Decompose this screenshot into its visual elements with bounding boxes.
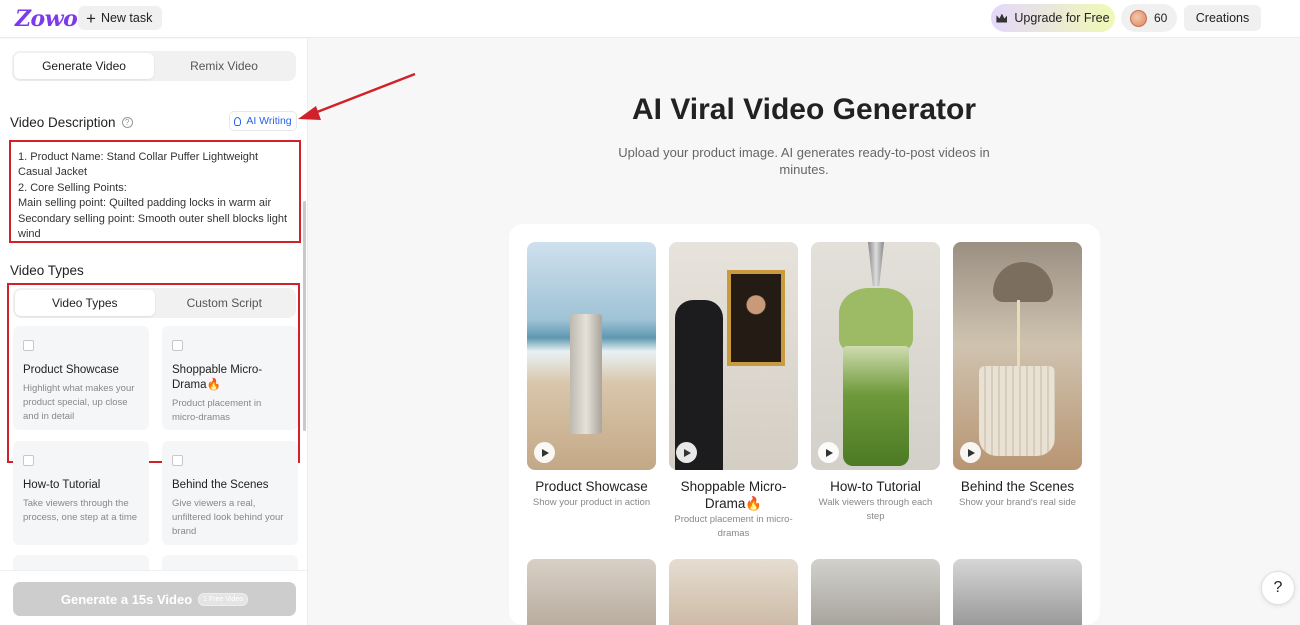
generate-label: Generate a 15s Video bbox=[60, 591, 193, 607]
video-description-heading: Video Description ? bbox=[10, 115, 133, 130]
gallery-tile-product-showcase[interactable]: Product Showcase Show your product in ac… bbox=[527, 242, 656, 510]
plus-icon: + bbox=[86, 8, 96, 28]
video-description-textarea[interactable]: 1. Product Name: Stand Collar Puffer Lig… bbox=[9, 140, 301, 243]
credits-count: 60 bbox=[1154, 11, 1168, 25]
card-title: Product Showcase bbox=[23, 364, 119, 376]
tile-description: Show your brand's real side bbox=[959, 497, 1076, 508]
video-gallery: Product Showcase Show your product in ac… bbox=[509, 224, 1100, 625]
free-video-badge: 1 Free Video bbox=[198, 592, 249, 606]
video-thumbnail[interactable] bbox=[953, 242, 1082, 470]
left-panel: Generate Video Remix Video Video Descrip… bbox=[0, 39, 308, 625]
lightbulb-icon bbox=[234, 116, 242, 126]
help-button[interactable]: ? bbox=[1261, 571, 1295, 605]
video-types-heading: Video Types bbox=[10, 263, 84, 278]
card-description: Product placement in micro-dramas bbox=[172, 398, 262, 423]
play-icon[interactable] bbox=[676, 442, 697, 463]
tab-generate-video[interactable]: Generate Video bbox=[14, 53, 154, 79]
play-icon[interactable] bbox=[818, 442, 839, 463]
tile-title: Shoppable Micro-Drama🔥 bbox=[680, 479, 787, 511]
checkbox[interactable] bbox=[23, 340, 34, 351]
checkbox[interactable] bbox=[172, 455, 183, 466]
checkbox[interactable] bbox=[23, 455, 34, 466]
video-thumbnail[interactable] bbox=[527, 559, 656, 625]
card-description: Take viewers through the process, one st… bbox=[23, 498, 138, 523]
card-title: Shoppable Micro-Drama🔥 bbox=[172, 364, 263, 391]
new-task-button[interactable]: + New task bbox=[78, 6, 163, 30]
video-description-label: Video Description bbox=[10, 115, 116, 130]
tab-custom-script[interactable]: Custom Script bbox=[155, 290, 295, 316]
gallery-tile-micro-drama[interactable]: Shoppable Micro-Drama🔥 Product placement… bbox=[669, 242, 798, 541]
video-type-tabs: Video Types Custom Script bbox=[13, 288, 296, 318]
credits-badge[interactable]: 60 bbox=[1121, 4, 1177, 32]
new-task-label: New task bbox=[100, 11, 153, 25]
generate-footer: Generate a 15s Video 1 Free Video bbox=[0, 570, 307, 625]
video-type-card-micro-drama[interactable]: Shoppable Micro-Drama🔥 Product placement… bbox=[162, 326, 298, 430]
ai-writing-button[interactable]: AI Writing bbox=[229, 111, 297, 131]
framed-painting-image bbox=[727, 270, 785, 366]
video-thumbnail[interactable] bbox=[953, 559, 1082, 625]
play-icon[interactable] bbox=[960, 442, 981, 463]
checkbox[interactable] bbox=[172, 340, 183, 351]
video-thumbnail[interactable] bbox=[811, 242, 940, 470]
annotation-arrow bbox=[298, 72, 416, 120]
tile-title: Behind the Scenes bbox=[960, 479, 1075, 494]
help-circle-icon[interactable]: ? bbox=[121, 117, 133, 128]
whipped-cream-image bbox=[839, 288, 913, 352]
mode-tabs: Generate Video Remix Video bbox=[12, 51, 296, 81]
tab-video-types[interactable]: Video Types bbox=[15, 290, 155, 316]
video-type-card-how-to-tutorial[interactable]: How-to Tutorial Take viewers through the… bbox=[13, 441, 149, 545]
kettle-image bbox=[993, 262, 1053, 302]
tile-description: Show your product in action bbox=[532, 497, 651, 508]
top-bar: Zowo + New task Upgrade for Free 60 Crea… bbox=[0, 0, 1300, 38]
scrollbar[interactable] bbox=[303, 201, 306, 431]
video-type-card-product-showcase[interactable]: Product Showcase Highlight what makes yo… bbox=[13, 326, 149, 430]
card-description: Highlight what makes your product specia… bbox=[23, 383, 135, 422]
gallery-tile-how-to-tutorial[interactable]: How-to Tutorial Walk viewers through eac… bbox=[811, 242, 940, 524]
generate-video-button[interactable]: Generate a 15s Video 1 Free Video bbox=[13, 582, 296, 616]
matcha-glass-image bbox=[843, 346, 909, 466]
play-icon[interactable] bbox=[534, 442, 555, 463]
card-title: How-to Tutorial bbox=[23, 479, 101, 491]
video-thumbnail[interactable] bbox=[811, 559, 940, 625]
video-thumbnail[interactable] bbox=[527, 242, 656, 470]
piping-nozzle-image bbox=[868, 242, 884, 286]
coin-icon bbox=[1130, 9, 1147, 27]
upgrade-label: Upgrade for Free bbox=[1014, 11, 1110, 25]
page-subtitle: Upload your product image. AI generates … bbox=[618, 145, 990, 177]
video-thumbnail[interactable] bbox=[669, 242, 798, 470]
crown-icon bbox=[996, 13, 1008, 23]
upgrade-button[interactable]: Upgrade for Free bbox=[991, 4, 1115, 32]
creations-button[interactable]: Creations bbox=[1184, 5, 1261, 31]
product-bottle-image bbox=[570, 314, 602, 434]
tile-title: Product Showcase bbox=[535, 479, 648, 494]
tab-remix-video[interactable]: Remix Video bbox=[154, 53, 294, 79]
tile-title: How-to Tutorial bbox=[830, 479, 921, 494]
tile-description: Walk viewers through each step bbox=[818, 497, 933, 522]
tile-description: Product placement in micro-dramas bbox=[674, 514, 793, 539]
logo[interactable]: Zowo bbox=[15, 6, 78, 32]
video-type-card-behind-the-scenes[interactable]: Behind the Scenes Give viewers a real, u… bbox=[162, 441, 298, 545]
card-description: Give viewers a real, unfiltered look beh… bbox=[172, 498, 284, 537]
video-thumbnail[interactable] bbox=[669, 559, 798, 625]
page-title: AI Viral Video Generator bbox=[631, 93, 977, 126]
ai-writing-label: AI Writing bbox=[246, 115, 292, 127]
ceramic-cup-image bbox=[979, 366, 1055, 456]
card-title: Behind the Scenes bbox=[172, 479, 269, 491]
gallery-tile-behind-the-scenes[interactable]: Behind the Scenes Show your brand's real… bbox=[953, 242, 1082, 510]
